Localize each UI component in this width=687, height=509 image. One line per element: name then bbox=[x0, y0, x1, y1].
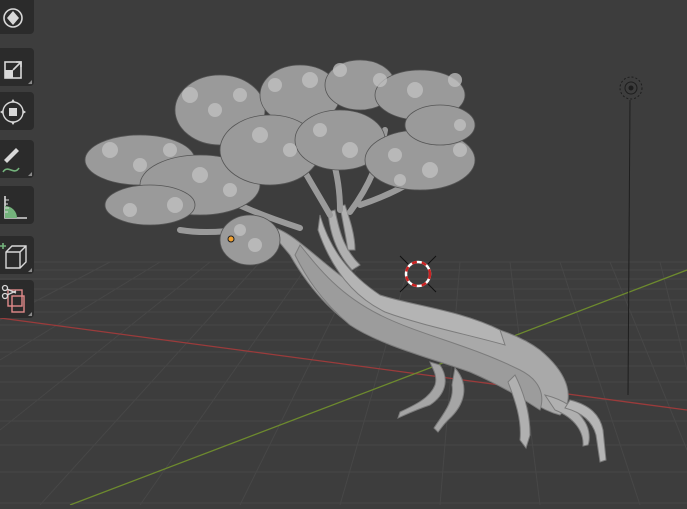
measure-tool-button[interactable] bbox=[0, 186, 34, 224]
annotate-tool-button[interactable] bbox=[0, 140, 34, 178]
viewport-canvas[interactable] bbox=[0, 0, 687, 506]
3d-viewport[interactable] bbox=[0, 0, 687, 506]
shear-tool-button[interactable] bbox=[0, 280, 34, 318]
tool-shelf bbox=[0, 0, 36, 320]
add-cube-tool-button[interactable] bbox=[0, 236, 34, 274]
transform-icon bbox=[0, 99, 26, 125]
measure-icon bbox=[4, 196, 27, 219]
origin-point[interactable] bbox=[227, 235, 235, 243]
rotate-icon bbox=[3, 8, 23, 28]
scale-tool-button[interactable] bbox=[0, 48, 34, 86]
rotate-tool-button[interactable] bbox=[0, 0, 34, 34]
transform-tool-button[interactable] bbox=[0, 92, 34, 130]
